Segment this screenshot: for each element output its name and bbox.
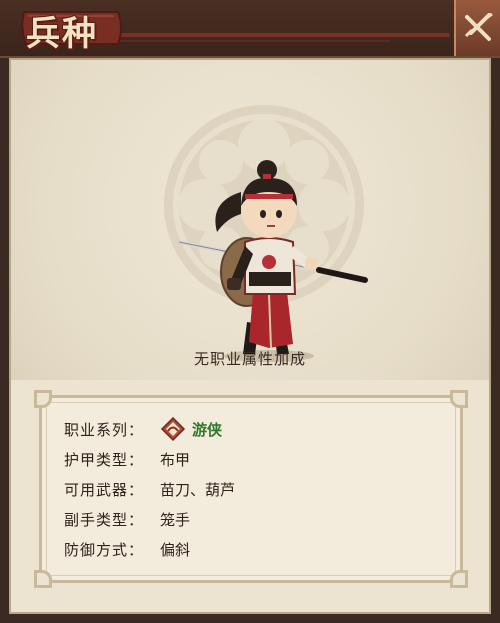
info-row-offhand-type: 副手类型： 笼手 xyxy=(64,506,190,532)
info-label: 职业系列： xyxy=(64,420,145,439)
info-label: 防御方式： xyxy=(64,540,145,559)
info-label: 副手类型： xyxy=(64,510,145,529)
header-decor-stripe xyxy=(90,33,450,37)
close-swords-icon xyxy=(464,12,493,41)
unit-info-box: 职业系列： 游侠 护甲类型： 布甲 可用武器： 苗刀、葫芦 副手类型： 笼手 防… xyxy=(34,390,468,588)
main-panel: 无职业属性加成 职业系列： 游侠 护甲类型： 布甲 可用武器： 苗刀、葫芦 副手… xyxy=(9,58,491,614)
info-value-class: 游侠 xyxy=(192,420,223,439)
close-button[interactable] xyxy=(454,0,500,56)
info-row-weapons: 可用武器： 苗刀、葫芦 xyxy=(64,476,235,502)
info-row-class-series: 职业系列： 游侠 xyxy=(64,416,222,442)
info-value: 偏斜 xyxy=(160,540,191,559)
corner-decor xyxy=(34,570,52,588)
info-value: 笼手 xyxy=(160,510,191,529)
info-value: 苗刀、葫芦 xyxy=(160,480,236,499)
window-header: 兵种 xyxy=(0,0,500,58)
corner-decor xyxy=(450,570,468,588)
info-row-defense-method: 防御方式： 偏斜 xyxy=(64,536,190,562)
info-label: 护甲类型： xyxy=(64,450,145,469)
corner-decor xyxy=(34,390,52,408)
info-label: 可用武器： xyxy=(64,480,145,499)
corner-decor xyxy=(450,390,468,408)
portrait-area: 无职业属性加成 xyxy=(11,60,489,380)
info-value: 布甲 xyxy=(160,450,191,469)
unit-type-window: 兵种 无职业属性加成 职业系列： 游侠 护甲类型： 布甲 可用武器： 苗刀、葫芦… xyxy=(0,0,500,623)
class-bonus-text: 无职业属性加成 xyxy=(193,350,306,368)
header-decor-stripe-thin xyxy=(90,40,390,42)
info-row-armor-type: 护甲类型： 布甲 xyxy=(64,446,190,472)
swordsman-character-portrait xyxy=(178,160,368,362)
ranger-class-icon xyxy=(160,416,186,442)
window-title: 兵种 xyxy=(26,14,98,54)
